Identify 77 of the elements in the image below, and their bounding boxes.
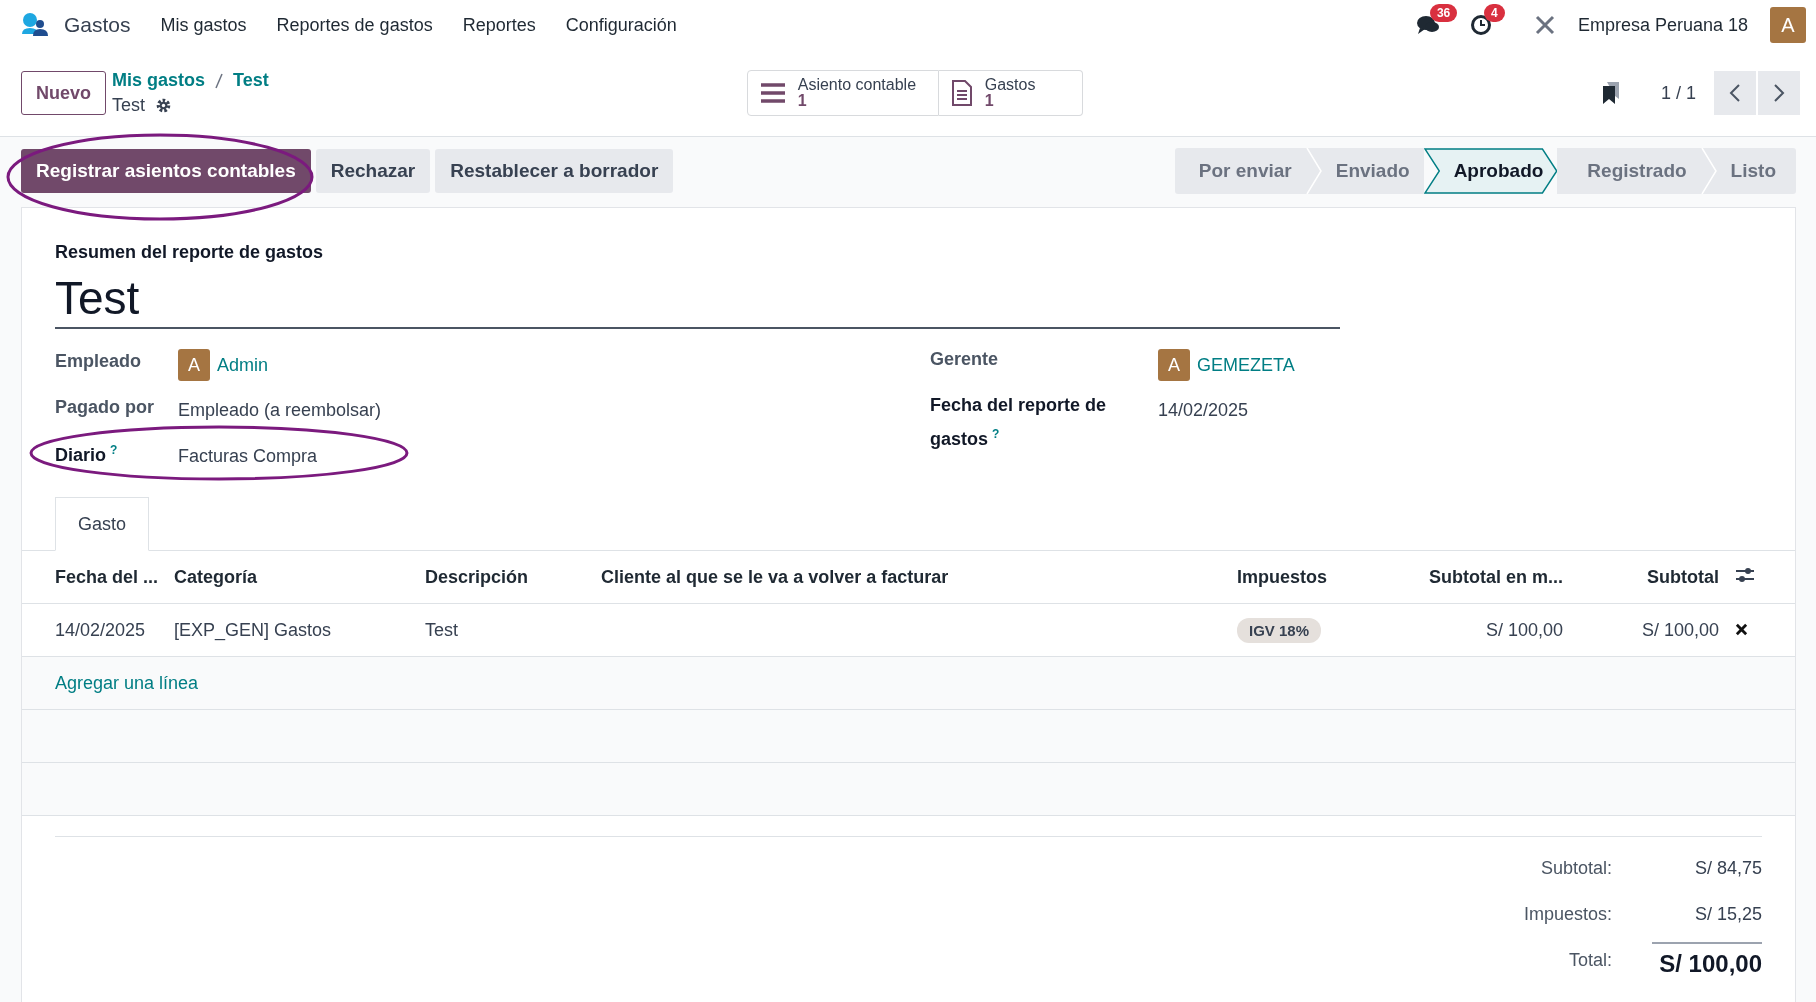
- field-label: Diario $^{?}$: [55, 445, 118, 465]
- table-cell: [EXP_GEN] Gastos: [166, 603, 418, 657]
- smart-button[interactable]: Gastos 1: [938, 70, 1083, 116]
- table-cell: S/ 100,00: [1571, 603, 1727, 657]
- gear-icon[interactable]: [155, 97, 173, 114]
- column-header[interactable]: Cliente al que se le va a volver a facturar: [593, 550, 1229, 604]
- tools-icon[interactable]: [1533, 14, 1556, 36]
- field-label: Resumen del reporte de gastos: [55, 242, 325, 263]
- menu-item[interactable]: Mis gastos: [160, 14, 247, 36]
- column-header[interactable]: Fecha del ...: [22, 550, 167, 604]
- column-header[interactable]: Subtotal: [1571, 550, 1727, 604]
- tab[interactable]: Gasto: [55, 497, 150, 551]
- pager-value[interactable]: 1 / 1: [1660, 82, 1696, 104]
- smart-button[interactable]: Asiento contable 1: [746, 70, 939, 116]
- total-value: S/ 100,00: [1652, 942, 1762, 978]
- user-avatar: A: [178, 349, 210, 381]
- notification-badge: 4: [1483, 4, 1505, 22]
- title-field[interactable]: Test: [55, 263, 1340, 329]
- record-name: Test: [112, 95, 146, 116]
- chevron-right-icon: [1773, 83, 1785, 103]
- notification-badge: 36: [1429, 4, 1458, 22]
- table-cell: S/ 100,00: [1385, 603, 1571, 657]
- column-settings-icon[interactable]: [1735, 565, 1755, 584]
- next-button[interactable]: [1758, 71, 1800, 115]
- status-step[interactable]: Listo: [1700, 148, 1796, 194]
- field-label: Pagado por: [55, 397, 154, 417]
- action-button[interactable]: Registrar asientos contables: [21, 149, 311, 193]
- status-step[interactable]: Enviado: [1305, 148, 1424, 194]
- add-line-link[interactable]: Agregar una línea: [30, 672, 199, 693]
- user-avatar: A: [1158, 349, 1190, 381]
- column-header[interactable]: Impuestos: [1229, 550, 1385, 604]
- user-link[interactable]: GEMEZETA: [1197, 354, 1295, 376]
- step-divider-icon: [1305, 148, 1322, 194]
- step-divider-icon: [1700, 148, 1717, 194]
- table-cell: Test: [417, 603, 594, 657]
- total-label: Total:: [1567, 949, 1612, 971]
- field-label: Empleado: [55, 351, 142, 371]
- chevron-left-icon: [1729, 83, 1741, 103]
- status-step[interactable]: Aprobado: [1423, 148, 1558, 194]
- bookmark-icon[interactable]: [1600, 81, 1621, 105]
- column-header[interactable]: Categoría: [166, 550, 418, 604]
- app-name[interactable]: Gastos: [64, 13, 131, 37]
- table-cell: 14/02/2025: [22, 603, 167, 657]
- delete-icon[interactable]: [1735, 622, 1748, 636]
- total-label: Subtotal:: [1539, 857, 1612, 879]
- tax-tag: IGV 18%: [1237, 617, 1322, 643]
- total-value: S/ 84,75: [1693, 857, 1762, 879]
- company-switcher[interactable]: Empresa Peruana 18: [1577, 14, 1748, 36]
- user-link[interactable]: Admin: [217, 354, 269, 376]
- help-tooltip[interactable]: ?: [110, 443, 118, 457]
- document-icon: [950, 79, 973, 107]
- total-label: Impuestos:: [1522, 903, 1612, 925]
- column-header[interactable]: Subtotal en m...: [1385, 550, 1571, 604]
- total-value: S/ 15,25: [1693, 903, 1762, 925]
- action-button[interactable]: Rechazar: [315, 149, 431, 193]
- slash-icon: [215, 72, 224, 89]
- column-header[interactable]: Descripción: [417, 550, 594, 604]
- status-step[interactable]: Registrado: [1557, 148, 1701, 194]
- breadcrumb-link[interactable]: Mis gastos: [112, 70, 206, 91]
- field-label: Gerente: [930, 349, 999, 369]
- field-label: Fecha del reporte de gastos $^{?}$: [930, 395, 1107, 449]
- field-value: Facturas Compra: [178, 445, 318, 468]
- menu-item[interactable]: Reportes de gastos: [276, 14, 433, 36]
- field-value: 14/02/2025: [1158, 399, 1249, 422]
- clock-icon[interactable]: [1469, 14, 1492, 36]
- menu-item[interactable]: Reportes: [462, 14, 536, 36]
- previous-button[interactable]: [1714, 71, 1756, 115]
- field-value: Empleado (a reembolsar): [178, 399, 382, 422]
- app-logo-icon[interactable]: [20, 12, 50, 38]
- new-button[interactable]: Nuevo: [21, 71, 106, 115]
- user-avatar[interactable]: A: [1770, 7, 1806, 43]
- menu-item[interactable]: Configuración: [565, 14, 677, 36]
- breadcrumb-link[interactable]: Test: [233, 70, 269, 91]
- list-icon: [759, 82, 786, 104]
- action-button[interactable]: Restablecer a borrador: [435, 149, 674, 193]
- help-tooltip[interactable]: ?: [992, 427, 1000, 441]
- status-step[interactable]: Por enviar: [1174, 148, 1306, 194]
